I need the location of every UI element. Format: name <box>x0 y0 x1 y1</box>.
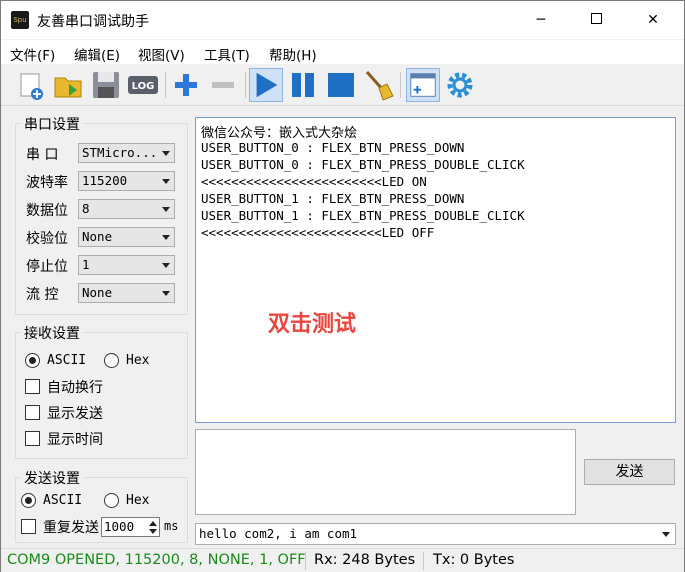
spin-up-icon[interactable] <box>149 521 157 526</box>
parity-select[interactable]: None <box>78 227 175 247</box>
title-bar[interactable]: Spu 友善串口调试助手 ─ ✕ <box>1 1 684 39</box>
repeat-send-checkbox[interactable] <box>21 519 36 534</box>
rx-line: USER_BUTTON_0 : FLEX_BTN_PRESS_DOWN <box>201 140 465 155</box>
app-window: Spu 友善串口调试助手 ─ ✕ 文件(F) 编辑(E) 视图(V) 工具(T)… <box>0 0 685 572</box>
port-select-value: STMicro... <box>82 145 158 160</box>
port-status: COM9 OPENED, 115200, 8, NONE, 1, OFF <box>7 552 306 568</box>
send-history-select[interactable]: hello com2, i am com1 <box>195 523 676 545</box>
status-divider <box>423 552 424 570</box>
gear-icon[interactable] <box>443 68 477 102</box>
rx-line: USER_BUTTON_1 : FLEX_BTN_PRESS_DOWN <box>201 191 465 206</box>
menu-help[interactable]: 帮助(H) <box>269 44 317 64</box>
maximize-button[interactable] <box>573 1 619 39</box>
status-bar: COM9 OPENED, 115200, 8, NONE, 1, OFF Rx:… <box>1 548 684 572</box>
play-icon[interactable] <box>249 68 283 102</box>
tx-hex-label: Hex <box>126 493 150 508</box>
status-divider <box>305 552 306 570</box>
stopbits-select[interactable]: 1 <box>78 255 175 275</box>
pause-icon[interactable] <box>286 68 320 102</box>
add-icon[interactable] <box>169 68 203 102</box>
flow-select-value: None <box>82 285 113 300</box>
maximize-icon <box>590 13 602 24</box>
send-textarea[interactable] <box>195 429 576 515</box>
serial-settings-title: 串口设置 <box>21 114 83 134</box>
save-icon[interactable] <box>89 68 123 102</box>
chevron-down-icon <box>162 291 170 296</box>
remove-icon[interactable] <box>206 68 240 102</box>
show-time-checkbox[interactable] <box>25 431 40 446</box>
tx-hex-radio[interactable] <box>104 493 119 508</box>
parity-select-value: None <box>82 229 113 244</box>
menu-edit[interactable]: 编辑(E) <box>74 44 120 64</box>
close-button[interactable]: ✕ <box>630 1 676 39</box>
new-file-icon[interactable] <box>15 68 49 102</box>
rx-hex-radio[interactable] <box>104 353 119 368</box>
minimize-button[interactable]: ─ <box>518 1 564 39</box>
repeat-unit-label: ms <box>164 519 179 533</box>
chevron-down-icon <box>162 151 170 156</box>
window-title: 友善串口调试助手 <box>37 14 149 30</box>
annotation-text: 双击测试 <box>268 312 357 337</box>
flow-select[interactable]: None <box>78 283 175 303</box>
databits-select[interactable]: 8 <box>78 199 175 219</box>
rx-line: USER_BUTTON_1 : FLEX_BTN_PRESS_DOUBLE_CL… <box>201 208 525 223</box>
repeat-interval-spinbox[interactable]: 1000 <box>101 517 160 537</box>
rx-line: USER_BUTTON_0 : FLEX_BTN_PRESS_DOUBLE_CL… <box>201 157 525 172</box>
window-layout-icon[interactable] <box>406 68 440 102</box>
toolbar: LOG <box>1 64 684 106</box>
show-send-label: 显示发送 <box>47 406 103 422</box>
log-icon[interactable]: LOG <box>126 68 160 102</box>
repeat-interval-value: 1000 <box>104 519 135 534</box>
menu-view[interactable]: 视图(V) <box>138 44 185 64</box>
auto-wrap-label: 自动换行 <box>47 380 103 396</box>
chevron-down-icon <box>162 207 170 212</box>
rx-line: <<<<<<<<<<<<<<<<<<<<<<<<LED OFF <box>201 225 435 240</box>
chevron-down-icon <box>162 179 170 184</box>
chevron-down-icon <box>162 263 170 268</box>
databits-label: 数据位 <box>26 203 68 219</box>
menu-bar: 文件(F) 编辑(E) 视图(V) 工具(T) 帮助(H) <box>1 40 684 64</box>
stopbits-select-value: 1 <box>82 257 90 272</box>
rx-line: <<<<<<<<<<<<<<<<<<<<<<<<LED ON <box>201 174 427 189</box>
send-button[interactable]: 发送 <box>584 459 675 485</box>
flow-label: 流 控 <box>26 287 59 303</box>
send-history-value: hello com2, i am com1 <box>199 526 358 541</box>
spin-down-icon[interactable] <box>149 529 157 534</box>
baud-select-value: 115200 <box>82 173 128 188</box>
toolbar-separator <box>245 72 246 98</box>
rx-ascii-label: ASCII <box>47 353 87 368</box>
show-send-checkbox[interactable] <box>25 405 40 420</box>
rx-hex-label: Hex <box>126 353 150 368</box>
toolbar-separator <box>400 72 401 98</box>
rx-ascii-radio[interactable] <box>25 353 40 368</box>
stopbits-label: 停止位 <box>26 259 68 275</box>
menu-tools[interactable]: 工具(T) <box>204 44 250 64</box>
chevron-down-icon <box>662 532 670 537</box>
receive-settings-title: 接收设置 <box>21 323 83 343</box>
open-folder-icon[interactable] <box>51 68 85 102</box>
stop-icon[interactable] <box>324 68 358 102</box>
port-select[interactable]: STMicro... <box>78 143 175 163</box>
log-label: LOG <box>132 81 155 92</box>
baud-label: 波特率 <box>26 175 68 191</box>
rx-line: 微信公众号：嵌入式大杂烩 <box>201 126 358 141</box>
baud-select[interactable]: 115200 <box>78 171 175 191</box>
tx-ascii-radio[interactable] <box>21 493 36 508</box>
chevron-down-icon <box>162 235 170 240</box>
app-icon: Spu <box>11 11 29 29</box>
databits-select-value: 8 <box>82 201 90 216</box>
auto-wrap-checkbox[interactable] <box>25 379 40 394</box>
tx-ascii-label: ASCII <box>43 493 83 508</box>
menu-file[interactable]: 文件(F) <box>10 44 55 64</box>
tx-count: Tx: 0 Bytes <box>433 552 515 568</box>
send-settings-title: 发送设置 <box>21 468 83 488</box>
toolbar-separator <box>165 72 166 98</box>
parity-label: 校验位 <box>26 231 68 247</box>
broom-icon[interactable] <box>361 68 395 102</box>
rx-count: Rx: 248 Bytes <box>314 552 416 568</box>
repeat-send-label: 重复发送 <box>43 520 99 536</box>
receive-textarea[interactable]: 微信公众号：嵌入式大杂烩 USER_BUTTON_0 : FLEX_BTN_PR… <box>195 117 676 423</box>
port-label: 串 口 <box>26 147 59 163</box>
show-time-label: 显示时间 <box>47 432 103 448</box>
